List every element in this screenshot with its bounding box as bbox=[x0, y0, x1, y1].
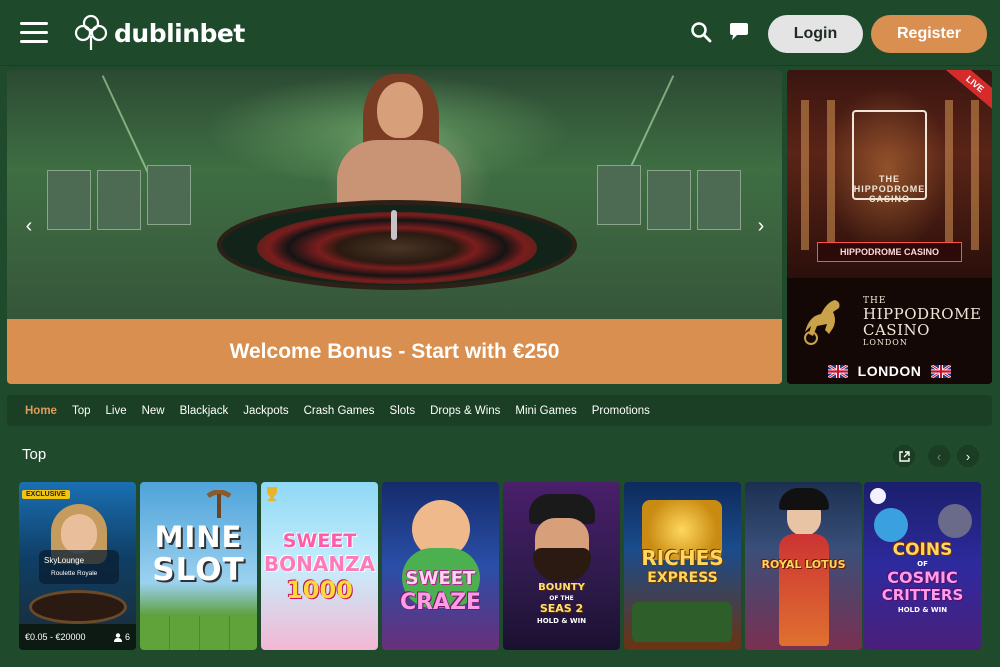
game-limits-bar: €0.05 - €20000 6 bbox=[19, 624, 136, 650]
game-title-line2: EXPRESS bbox=[647, 570, 718, 586]
hippodrome-led-sign: HIPPODROME CASINO bbox=[817, 242, 962, 262]
game-tile-coins-of-cosmic-critters[interactable]: COINS OF COSMIC CRITTERS HOLD & WIN bbox=[864, 482, 981, 650]
exclusive-badge: EXCLUSIVE bbox=[22, 490, 70, 499]
game-title-line1: RICHES bbox=[641, 546, 724, 570]
game-title-line1: BOUNTY bbox=[538, 582, 585, 593]
brand-name: dublinbet bbox=[114, 18, 245, 48]
nav-mini-games[interactable]: Mini Games bbox=[515, 405, 576, 417]
game-title-line1: ROYAL LOTUS bbox=[761, 558, 846, 571]
nav-slots[interactable]: Slots bbox=[390, 405, 416, 417]
game-title-line2: BONANZA bbox=[263, 552, 376, 576]
game-tile-royal-lotus[interactable]: ROYAL LOTUS bbox=[745, 482, 862, 650]
game-title-line3: HOLD & WIN bbox=[536, 617, 587, 625]
external-link-icon[interactable] bbox=[893, 445, 915, 467]
game-tile-bounty-of-the-seas-2[interactable]: BOUNTY OF THE SEAS 2 HOLD & WIN bbox=[503, 482, 620, 650]
pickaxe-icon bbox=[206, 490, 232, 518]
login-button[interactable]: Login bbox=[768, 15, 863, 53]
clover-logo-icon bbox=[74, 14, 108, 50]
nav-promotions[interactable]: Promotions bbox=[592, 405, 650, 417]
uk-flag-icon bbox=[827, 364, 848, 378]
game-title-line2: SEAS 2 bbox=[539, 602, 584, 615]
hippodrome-live-banner[interactable]: THE HIPPODROME CASINO HIPPODROME CASINO … bbox=[787, 70, 992, 384]
hippodrome-title: THE HIPPODROME CASINO LONDON bbox=[863, 296, 982, 347]
nav-home[interactable]: Home bbox=[25, 405, 57, 417]
chat-icon[interactable] bbox=[728, 22, 750, 42]
category-nav: Home Top Live New Blackjack Jackpots Cra… bbox=[7, 395, 992, 426]
chevron-left-icon[interactable]: ‹ bbox=[928, 445, 950, 467]
game-title-line1: SWEET bbox=[405, 568, 476, 589]
trophy-icon bbox=[267, 487, 277, 501]
chevron-right-icon[interactable]: › bbox=[957, 445, 979, 467]
hero-next-icon[interactable]: › bbox=[751, 216, 771, 236]
game-title-line2: COSMIC bbox=[887, 568, 958, 587]
nav-live[interactable]: Live bbox=[106, 405, 127, 417]
bet-limits: €0.05 - €20000 bbox=[25, 632, 86, 642]
game-tile-riches-express[interactable]: RICHES EXPRESS bbox=[624, 482, 741, 650]
hero-prev-icon[interactable]: ‹ bbox=[19, 216, 39, 236]
game-tile-sweet-bonanza-1000[interactable]: SWEET BONANZA 1000 bbox=[261, 482, 378, 650]
game-title-line3: 1000 bbox=[286, 576, 353, 604]
nav-blackjack[interactable]: Blackjack bbox=[180, 405, 229, 417]
nav-new[interactable]: New bbox=[142, 405, 165, 417]
section-title: Top bbox=[22, 446, 47, 463]
hero-banner[interactable]: ‹ › Welcome Bonus - Start with €250 bbox=[7, 70, 782, 384]
nav-jackpots[interactable]: Jackpots bbox=[243, 405, 288, 417]
game-title-line3: CRITTERS bbox=[881, 586, 964, 604]
game-title-line1: SWEET bbox=[282, 530, 357, 552]
hippodrome-photo: THE HIPPODROME CASINO HIPPODROME CASINO bbox=[787, 70, 992, 278]
nav-crash-games[interactable]: Crash Games bbox=[304, 405, 375, 417]
game-name: SkyLounge bbox=[44, 556, 85, 565]
game-title-line1: MINE bbox=[154, 520, 243, 554]
register-button[interactable]: Register bbox=[871, 15, 987, 53]
nav-top[interactable]: Top bbox=[72, 405, 91, 417]
hippodrome-sign-text: THE HIPPODROME CASINO bbox=[853, 174, 926, 204]
game-title-line2: SLOT bbox=[152, 552, 245, 588]
hero-roulette-image bbox=[7, 70, 782, 319]
player-count: 6 bbox=[124, 632, 130, 642]
nav-drops-wins[interactable]: Drops & Wins bbox=[430, 405, 500, 417]
top-games-carousel: SkyLounge Roulette Royale EXCLUSIVE €0.0… bbox=[19, 482, 981, 650]
game-tile-mine-slot[interactable]: MINE SLOT bbox=[140, 482, 257, 650]
menu-icon[interactable] bbox=[20, 22, 48, 44]
welcome-bonus-banner[interactable]: Welcome Bonus - Start with €250 bbox=[7, 319, 782, 384]
welcome-bonus-text: Welcome Bonus - Start with €250 bbox=[229, 339, 560, 363]
game-title-line1: COINS bbox=[892, 540, 953, 560]
game-title-mid: OF THE bbox=[549, 595, 574, 602]
game-tile-skylounge[interactable]: SkyLounge Roulette Royale EXCLUSIVE €0.0… bbox=[19, 482, 136, 650]
game-tile-sweet-craze[interactable]: SWEET CRAZE bbox=[382, 482, 499, 650]
chariot-horse-icon bbox=[804, 300, 840, 345]
game-title-line2: CRAZE bbox=[399, 590, 482, 615]
brand-logo[interactable]: dublinbet bbox=[74, 14, 245, 52]
site-header: dublinbet Login Register bbox=[0, 0, 1000, 66]
game-title-line4: HOLD & WIN bbox=[897, 606, 948, 614]
game-subtitle: Roulette Royale bbox=[51, 570, 98, 577]
game-title-mid: OF bbox=[917, 560, 928, 568]
user-icon bbox=[113, 632, 122, 642]
search-icon[interactable] bbox=[690, 21, 712, 43]
london-label: LONDON bbox=[787, 363, 992, 379]
uk-flag-icon bbox=[931, 364, 952, 378]
